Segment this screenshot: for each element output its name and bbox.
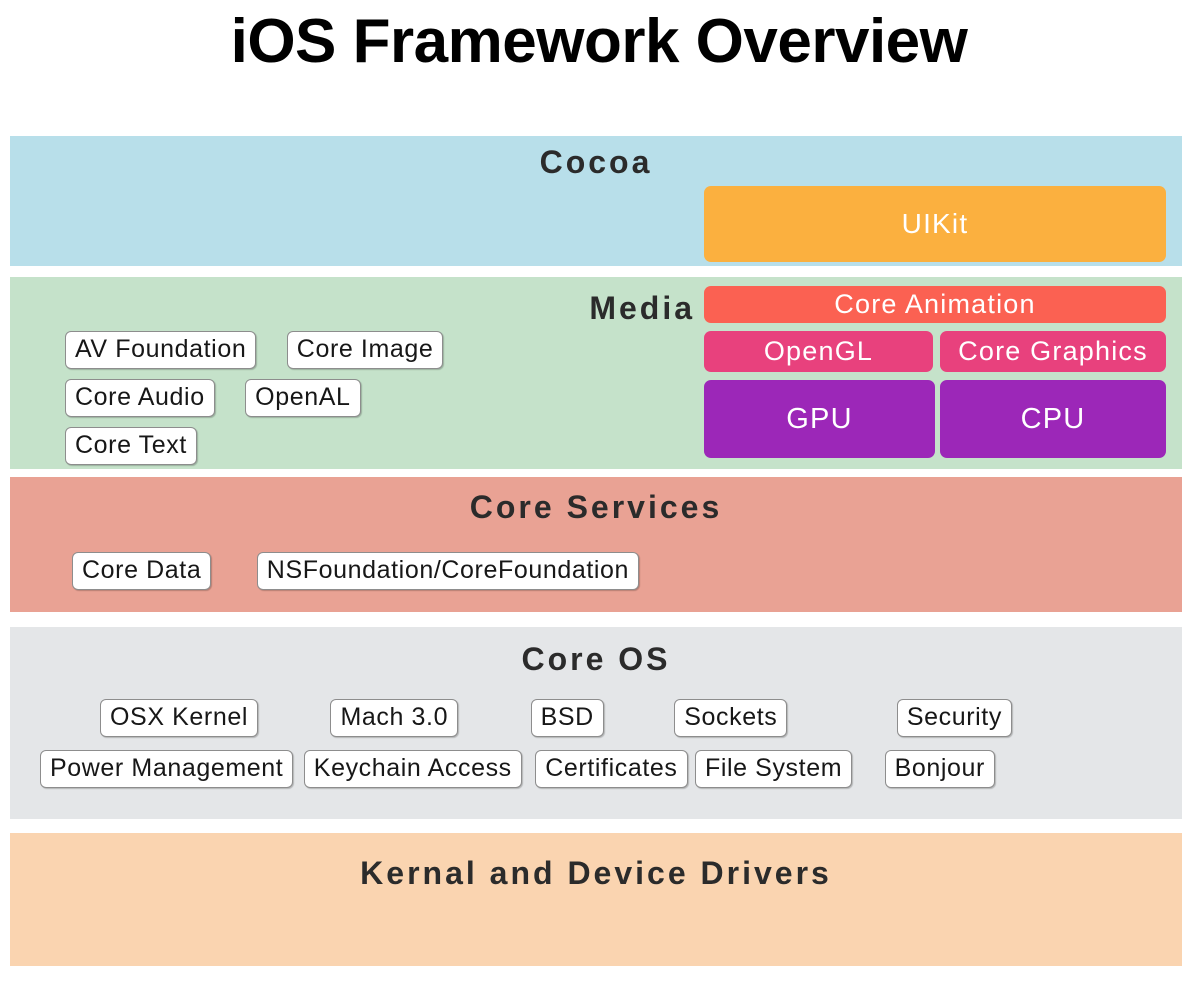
layer-title-media: Media	[589, 290, 695, 326]
core-os-chip-row-1: OSX Kernel Mach 3.0 BSD Sockets Security	[40, 699, 1012, 737]
chip-core-audio[interactable]: Core Audio	[65, 379, 215, 417]
core-os-chip-group: OSX Kernel Mach 3.0 BSD Sockets Security…	[40, 699, 1012, 801]
chip-certificates[interactable]: Certificates	[535, 750, 688, 788]
chip-bsd[interactable]: BSD	[530, 699, 604, 737]
core-os-chip-row-2: Power Management Keychain Access Certifi…	[40, 750, 1012, 788]
block-core-graphics[interactable]: Core Graphics	[940, 331, 1166, 372]
layer-title-core-os: Core OS	[521, 641, 671, 677]
block-gpu[interactable]: GPU	[704, 380, 935, 458]
block-cpu[interactable]: CPU	[940, 380, 1166, 458]
page-title: iOS Framework Overview	[230, 7, 968, 76]
media-chip-row-2: Core Audio OpenAL	[65, 379, 469, 417]
layer-core-os: Core OS OSX Kernel Mach 3.0 BSD Sockets …	[10, 627, 1182, 819]
core-services-chip-row-1: Core Data NSFoundation/CoreFoundation	[72, 552, 680, 590]
layer-core-services: Core Services Core Data NSFoundation/Cor…	[10, 477, 1182, 612]
chip-mach-30[interactable]: Mach 3.0	[330, 699, 459, 737]
layer-title-kernel: Kernal and Device Drivers	[360, 855, 832, 891]
chip-keychain-access[interactable]: Keychain Access	[303, 750, 522, 788]
chip-core-text[interactable]: Core Text	[65, 427, 197, 465]
layer-title-cocoa: Cocoa	[539, 144, 653, 180]
media-chip-group: AV Foundation Core Image Core Audio Open…	[65, 331, 469, 475]
chip-av-foundation[interactable]: AV Foundation	[65, 331, 257, 369]
chip-security[interactable]: Security	[896, 699, 1012, 737]
chip-file-system[interactable]: File System	[694, 750, 853, 788]
chip-core-image[interactable]: Core Image	[286, 331, 444, 369]
chip-power-management[interactable]: Power Management	[40, 750, 294, 788]
chip-openal[interactable]: OpenAL	[245, 379, 361, 417]
media-chip-row-3: Core Text	[65, 427, 469, 465]
block-uikit[interactable]: UIKit	[704, 186, 1166, 262]
chip-bonjour[interactable]: Bonjour	[884, 750, 995, 788]
chip-core-data[interactable]: Core Data	[72, 552, 212, 590]
diagram-canvas: iOS Framework Overview Cocoa UIKit AV Fo…	[0, 0, 1198, 992]
layer-title-core-services: Core Services	[469, 489, 723, 525]
layer-kernel-device-drivers: Kernal and Device Drivers	[10, 833, 1182, 966]
media-chip-row-1: AV Foundation Core Image	[65, 331, 469, 369]
chip-osx-kernel[interactable]: OSX Kernel	[100, 699, 259, 737]
block-core-animation[interactable]: Core Animation	[704, 286, 1166, 323]
chip-sockets[interactable]: Sockets	[674, 699, 788, 737]
chip-nsfoundation-corefoundation[interactable]: NSFoundation/CoreFoundation	[256, 552, 640, 590]
core-services-chip-group: Core Data NSFoundation/CoreFoundation	[72, 552, 680, 590]
block-opengl[interactable]: OpenGL	[704, 331, 933, 372]
